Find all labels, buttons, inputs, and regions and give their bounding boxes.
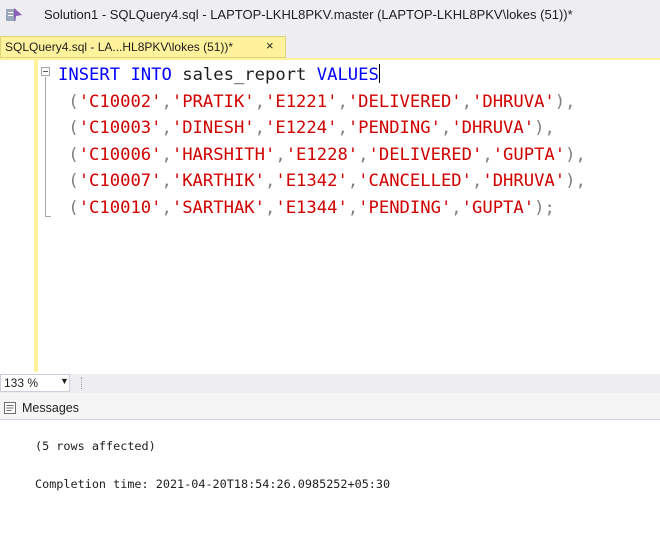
close-paren: ); (534, 197, 555, 218)
string-literal: 'SARTHAK' (171, 197, 265, 218)
keyword-into: INTO (130, 65, 172, 85)
tab-messages[interactable]: Messages (3, 397, 79, 419)
keyword-values: VALUES (316, 65, 379, 85)
outline-guide-end (45, 216, 51, 217)
open-paren: ( (58, 197, 79, 218)
outline-guide (45, 77, 46, 217)
comma: , (161, 91, 172, 112)
keyword-insert: INSERT (58, 65, 121, 85)
comma: , (161, 118, 172, 138)
scrollbar-grip[interactable] (81, 377, 85, 389)
comma: , (461, 91, 472, 112)
string-literal: 'C10010' (78, 197, 162, 218)
open-paren: ( (58, 118, 79, 138)
string-literal: 'HARSHITH' (171, 144, 276, 165)
values-row: ('C10003','DINESH','E1224','PENDING','DH… (58, 118, 555, 138)
selection-margin[interactable] (0, 60, 30, 372)
zoom-dropdown[interactable]: 133 % ▼ (0, 374, 70, 392)
window-title: Solution1 - SQLQuery4.sql - LAPTOP-LKHL8… (44, 7, 573, 22)
comma: , (275, 144, 286, 165)
string-literal: 'E1224' (265, 118, 338, 138)
values-row: ('C10002','PRATIK','E1221','DELIVERED','… (58, 91, 576, 112)
string-literal: 'C10006' (78, 144, 162, 165)
tab-title: SQLQuery4.sql - LA...HL8PKV\lokes (51))* (5, 40, 234, 54)
close-paren: ), (565, 144, 586, 165)
comma: , (161, 197, 172, 218)
string-literal: 'C10002' (78, 91, 162, 112)
string-literal: 'E1342' (275, 171, 348, 191)
string-literal: 'GUPTA' (461, 197, 535, 218)
table-name: sales_report (182, 65, 307, 85)
comma: , (337, 118, 348, 138)
results-tabstrip (0, 393, 660, 420)
messages-icon (4, 402, 16, 414)
comma: , (440, 118, 452, 138)
comma: , (451, 197, 462, 218)
string-literal: 'DELIVERED' (347, 91, 462, 112)
string-literal: 'E1221' (265, 91, 338, 112)
string-literal: 'PRATIK' (171, 91, 255, 112)
comma: , (482, 144, 493, 165)
message-completion-time: Completion time: 2021-04-20T18:54:26.098… (35, 477, 391, 491)
collapse-icon[interactable] (41, 67, 50, 76)
comma: , (347, 197, 359, 218)
window-titlebar: Solution1 - SQLQuery4.sql - LAPTOP-LKHL8… (0, 0, 660, 30)
values-row: ('C10010','SARTHAK','E1344','PENDING','G… (58, 197, 555, 218)
string-literal: 'E1344' (275, 197, 348, 218)
string-literal: 'DHRUVA' (472, 91, 555, 112)
close-paren: ), (565, 171, 586, 191)
string-literal: 'CANCELLED' (358, 171, 472, 191)
sql-code[interactable]: INSERT INTO sales_report VALUES ('C10002… (58, 62, 586, 221)
messages-tab-label: Messages (22, 401, 79, 415)
string-literal: 'DHRUVA' (451, 118, 535, 138)
values-rows: ('C10002','PRATIK','E1221','DELIVERED','… (58, 92, 586, 218)
open-paren: ( (58, 144, 79, 165)
zoom-level: 133 % (4, 376, 39, 390)
close-paren: ), (534, 118, 555, 138)
editor-status-strip (0, 374, 660, 393)
message-rows-affected: (5 rows affected) (35, 439, 156, 453)
values-row: ('C10006','HARSHITH','E1228','DELIVERED'… (58, 144, 586, 165)
comma: , (358, 144, 369, 165)
chevron-down-icon: ▼ (60, 376, 69, 386)
comma: , (471, 171, 483, 191)
change-tracking-bar (34, 60, 38, 372)
comma: , (265, 197, 276, 218)
string-literal: 'KARTHIK' (171, 171, 265, 191)
string-literal: 'DELIVERED' (368, 144, 483, 165)
comma: , (347, 171, 359, 191)
ssms-app-icon (6, 8, 22, 22)
open-paren: ( (58, 171, 79, 191)
comma: , (265, 171, 276, 191)
close-icon[interactable]: × (266, 38, 274, 53)
text-caret (378, 64, 380, 83)
tab-sqlquery4[interactable]: SQLQuery4.sql - LA...HL8PKV\lokes (51))*… (0, 36, 286, 58)
string-literal: 'PENDING' (358, 197, 452, 218)
comma: , (161, 171, 172, 191)
string-literal: 'DINESH' (171, 118, 255, 138)
string-literal: 'C10003' (78, 118, 162, 138)
string-literal: 'PENDING' (347, 118, 441, 138)
comma: , (254, 91, 266, 112)
string-literal: 'DHRUVA' (482, 171, 566, 191)
string-literal: 'E1228' (285, 144, 359, 165)
close-paren: ), (554, 91, 576, 112)
values-row: ('C10007','KARTHIK','E1342','CANCELLED',… (58, 171, 586, 191)
string-literal: 'C10007' (78, 171, 162, 191)
comma: , (161, 144, 172, 165)
string-literal: 'GUPTA' (492, 144, 566, 165)
open-paren: ( (58, 91, 79, 112)
comma: , (337, 91, 348, 112)
comma: , (254, 118, 266, 138)
